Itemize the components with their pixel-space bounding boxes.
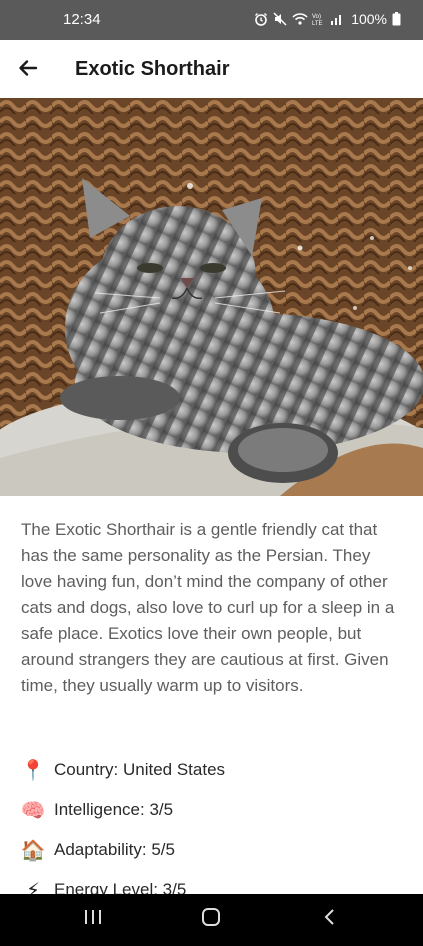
- fact-adaptability-text: Adaptability: 5/5: [54, 840, 175, 859]
- back-button[interactable]: [12, 54, 44, 86]
- recents-icon: [83, 908, 103, 931]
- breed-facts-list: 📍 Country: United States 🧠 Intelligence:…: [20, 750, 410, 910]
- arrow-left-icon: [18, 58, 38, 83]
- home-button[interactable]: [196, 906, 226, 932]
- back-chevron-icon: [322, 907, 338, 932]
- battery-icon: [392, 12, 401, 26]
- volte-icon: Vo) LTE: [311, 12, 325, 27]
- status-bar: 12:34 Vo) LTE 100%: [0, 0, 423, 40]
- fact-country-text: Country: United States: [54, 760, 226, 779]
- brain-icon: 🧠: [20, 799, 46, 822]
- home-icon: [201, 907, 221, 932]
- breed-description: The Exotic Shorthair is a gentle friendl…: [21, 520, 395, 695]
- recents-button[interactable]: [78, 906, 108, 932]
- mute-icon: [273, 12, 287, 26]
- fact-country: 📍 Country: United States: [20, 750, 410, 790]
- alarm-icon: [254, 12, 268, 26]
- status-icons: Vo) LTE 100%: [254, 11, 401, 27]
- system-nav-bar: [0, 894, 423, 946]
- status-time: 12:34: [63, 11, 101, 28]
- pin-icon: 📍: [20, 759, 46, 782]
- svg-text:LTE: LTE: [312, 21, 323, 26]
- house-icon: 🏠: [20, 839, 46, 862]
- wifi-icon: [292, 12, 308, 26]
- page-title: Exotic Shorthair: [75, 58, 230, 80]
- svg-text:Vo): Vo): [312, 14, 321, 20]
- fact-adaptability: 🏠 Adaptability: 5/5: [20, 830, 410, 870]
- cat-photo: [0, 98, 423, 496]
- fact-intelligence-text: Intelligence: 3/5: [54, 800, 174, 819]
- fact-intelligence: 🧠 Intelligence: 3/5: [20, 790, 410, 830]
- nav-back-button[interactable]: [315, 906, 345, 932]
- battery-percent: 100%: [351, 11, 387, 27]
- app-bar: Exotic Shorthair: [0, 40, 423, 98]
- signal-icon: [330, 12, 344, 26]
